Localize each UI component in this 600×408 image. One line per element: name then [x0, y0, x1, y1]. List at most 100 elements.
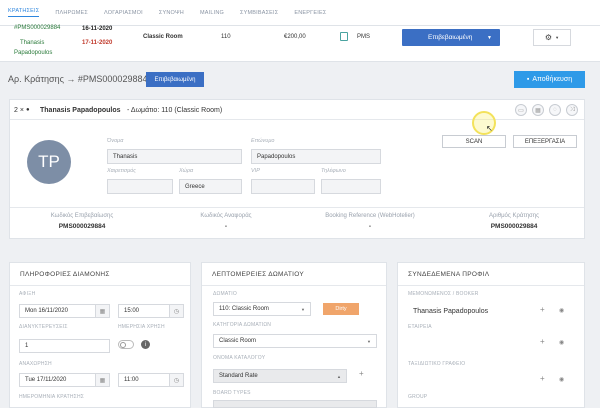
row-room-type: Classic Room: [143, 34, 183, 40]
row-status-label: Επιβεβαιωμένη: [428, 34, 473, 41]
booking-title-bar: Αρ. Κράτησης → #PMS000029884 Επιβεβαιωμέ…: [0, 68, 600, 94]
guest-room-info: - Δωμάτιο: 110 (Classic Room): [127, 107, 223, 114]
tab-actions[interactable]: ΕΝΕΡΓΕΙΕΣ: [294, 10, 326, 16]
clock-icon[interactable]: ◷: [170, 373, 184, 387]
departure-date-input[interactable]: Tue 17/11/2020: [19, 373, 96, 387]
floppy-disk-icon: ▪: [526, 76, 530, 83]
ref-value: PMS000029884: [490, 223, 538, 230]
row-amount: €200,00: [284, 34, 306, 40]
phone-field[interactable]: [321, 179, 381, 194]
mouse-cursor-icon: ↖: [486, 124, 493, 133]
room-select[interactable]: 110: Classic Room ▼: [213, 302, 311, 316]
board-types-select[interactable]: [213, 400, 377, 408]
card-icon[interactable]: ▭: [515, 104, 527, 116]
plus-icon[interactable]: +: [540, 337, 545, 346]
booking-list-row[interactable]: #PMS000029884 Thanasis Papadopoulos 16-1…: [0, 25, 600, 62]
arrival-time-input[interactable]: 15:00: [118, 304, 170, 318]
chevron-down-icon: ▼: [367, 338, 371, 344]
rate-select[interactable]: Standard Rate ▲: [213, 369, 347, 383]
ref-label: Κωδικός Επιβεβαίωσης: [50, 213, 114, 219]
ref-label: Αριθμός Κράτησης: [489, 213, 539, 219]
agency-label: ΤΑΞΙΔΙΩΤΙΚΟ ΓΡΑΦΕΙΟ: [408, 361, 466, 367]
booking-date-label: ΗΜΕΡΟΜΗΝΙΑ ΚΡΑΤΗΣΗΣ: [19, 394, 85, 400]
category-select[interactable]: Classic Room ▼: [213, 334, 377, 348]
row-status-dropdown[interactable]: Επιβεβαιωμένη ▼: [402, 29, 500, 46]
shuffle-icon[interactable]: ⤨: [566, 104, 578, 116]
info-icon[interactable]: i: [141, 340, 150, 349]
ref-value: PMS000029884: [58, 223, 106, 230]
calendar-icon[interactable]: ▦: [96, 304, 110, 318]
nights-label: ΔΙΑΝΥΚΤΕΡΕΥΣΕΙΣ: [19, 324, 68, 330]
row-guest-last: Papadopoulos: [14, 50, 53, 56]
greeting-field[interactable]: [107, 179, 173, 194]
top-nav: ΚΡΑΤΗΣΕΙΣ ΠΛΗΡΩΜΕΣ ΛΟΓΑΡΙΑΣΜΟΙ ΣΥΝΟΨΗ MA…: [0, 0, 600, 26]
eye-icon[interactable]: ◉: [559, 307, 564, 314]
guest-name-dropdown[interactable]: Thanasis Papadopoulos: [40, 107, 121, 114]
tab-bookings[interactable]: ΚΡΑΤΗΣΕΙΣ: [8, 8, 40, 17]
edit-button[interactable]: ΕΠΕΞΕΡΓΑΣΙΑ: [513, 135, 577, 148]
vip-label: VIP: [251, 168, 260, 174]
rate-select-value: Standard Rate: [219, 373, 258, 379]
first-name-field[interactable]: Thanasis: [107, 149, 242, 164]
ref-confirmation: Κωδικός Επιβεβαίωσης PMS000029884: [10, 213, 154, 230]
ref-label: Booking Reference (WebHotelier): [325, 213, 415, 219]
id-card-icon[interactable]: ▦: [532, 104, 544, 116]
ref-value: -: [224, 223, 228, 230]
greeting-label: Χαιρετισμός: [107, 168, 136, 174]
tab-summary[interactable]: ΣΥΝΟΨΗ: [159, 10, 184, 16]
category-label: ΚΑΤΗΓΟΡΙΑ ΔΩΜΑΤΙΩΝ: [213, 322, 272, 328]
booker-label: ΜΕΜΟΝΩΜΕΝΟΣ / BOOKER: [408, 291, 479, 297]
chevron-down-icon: ▼: [487, 34, 492, 41]
rate-label: ΟΝΟΜΑ ΚΑΤΑΛΟΓΟΥ: [213, 355, 266, 361]
divider: [202, 285, 386, 286]
document-icon[interactable]: [340, 32, 348, 41]
tab-accounts[interactable]: ΛΟΓΑΡΙΑΣΜΟΙ: [104, 10, 143, 16]
eye-icon[interactable]: ◉: [559, 339, 564, 346]
status-badge[interactable]: Επιβεβαιωμένη: [146, 72, 204, 87]
row-settings-button[interactable]: ⚙ ▼: [533, 29, 571, 46]
plus-icon[interactable]: +: [540, 374, 545, 383]
save-button-label: Αποθήκευση: [532, 76, 573, 83]
tab-payments[interactable]: ΠΛΗΡΩΜΕΣ: [55, 10, 88, 16]
guest-count: 2 ×: [14, 107, 24, 114]
row-date-from: 16-11-2020: [82, 26, 113, 32]
chevron-down-icon: ▲: [337, 373, 341, 379]
ref-value: -: [368, 223, 372, 230]
scan-button[interactable]: SCAN: [442, 135, 506, 148]
plus-icon[interactable]: +: [359, 369, 364, 378]
last-name-field[interactable]: Papadopoulos: [251, 149, 381, 164]
clock-icon[interactable]: ◷: [170, 304, 184, 318]
user-icon: ●: [26, 107, 30, 113]
divider: [10, 285, 190, 286]
guest-card: 2 × ● Thanasis Papadopoulos - Δωμάτιο: 1…: [9, 99, 585, 239]
avatar: TP: [27, 140, 71, 184]
booker-value[interactable]: Thanasis Papadopoulos: [408, 304, 528, 318]
divider: [398, 285, 584, 286]
country-label: Χώρα: [179, 168, 194, 174]
panel-title: ΠΛΗΡΟΦΟΡΙΕΣ ΔΙΑΜΟΝΗΣ: [20, 271, 110, 278]
calendar-icon[interactable]: ▦: [96, 373, 110, 387]
eye-icon[interactable]: ◉: [559, 376, 564, 383]
arrival-label: ΑΦΙΞΗ: [19, 291, 36, 297]
bell-icon[interactable]: ◌: [549, 104, 561, 116]
gear-icon: ⚙: [544, 33, 553, 42]
ref-reference-code: Κωδικός Αναφοράς -: [154, 213, 298, 230]
plus-icon[interactable]: +: [540, 305, 545, 314]
panel-title: ΣΥΝΔΕΔΕΜΕΝΑ ΠΡΟΦΙΛ: [408, 271, 490, 278]
ref-label: Κωδικός Αναφοράς: [200, 213, 252, 219]
group-label: GROUP: [408, 394, 428, 400]
row-guest-first: Thanasis: [20, 40, 45, 46]
guest-card-header: 2 × ● Thanasis Papadopoulos - Δωμάτιο: 1…: [10, 100, 584, 120]
tab-mailing[interactable]: MAILING: [200, 10, 224, 16]
nights-input[interactable]: 1: [19, 339, 110, 353]
room-label: ΔΩΜΑΤΙΟ: [213, 291, 237, 297]
departure-time-input[interactable]: 11:00: [118, 373, 170, 387]
vip-field[interactable]: [251, 179, 315, 194]
country-field[interactable]: Greece: [179, 179, 242, 194]
tab-agreements[interactable]: ΣΥΜΒΙΒΑΣΕΙΣ: [240, 10, 278, 16]
arrival-date-input[interactable]: Mon 16/11/2020: [19, 304, 96, 318]
day-use-toggle[interactable]: [118, 340, 134, 349]
row-channel: PMS: [357, 34, 371, 40]
category-select-value: Classic Room: [219, 338, 257, 344]
save-button[interactable]: ▪ Αποθήκευση: [514, 71, 585, 88]
